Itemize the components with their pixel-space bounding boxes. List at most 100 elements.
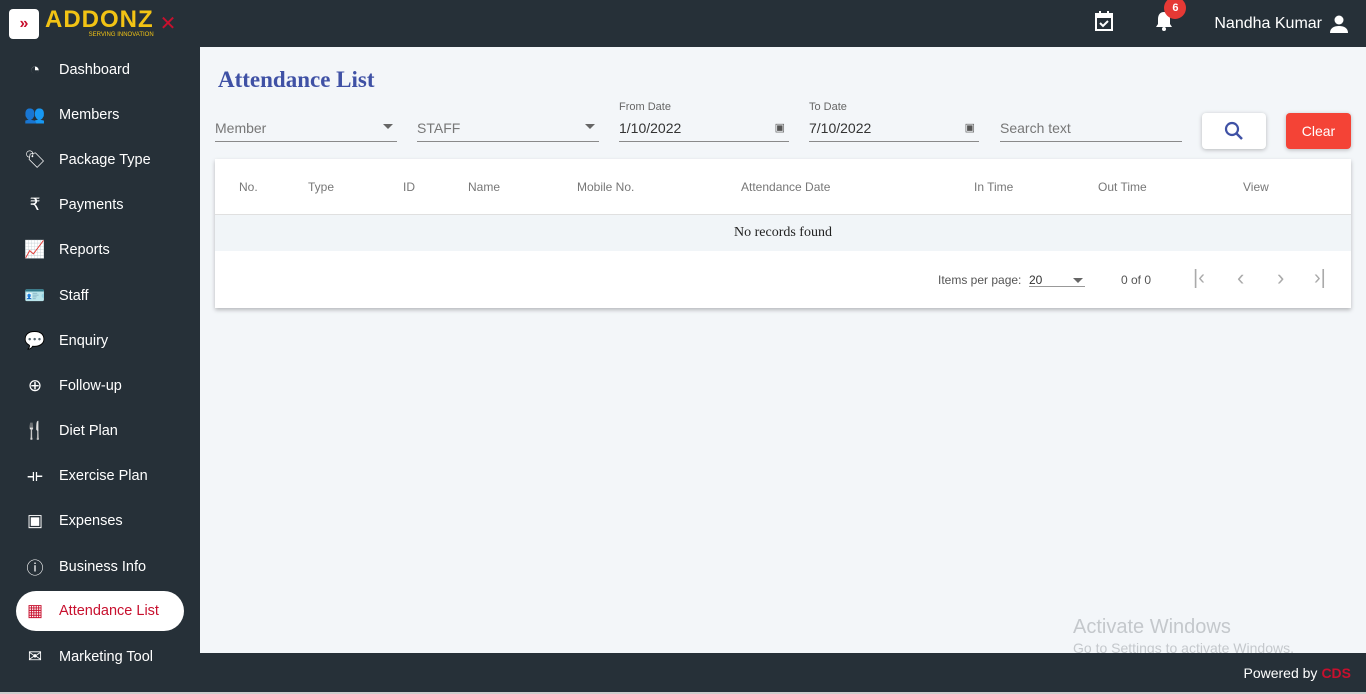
sidebar-item-label: Diet Plan bbox=[59, 423, 118, 440]
sidebar-item-label: Expenses bbox=[59, 513, 123, 530]
page-range: 0 of 0 bbox=[1121, 273, 1152, 287]
sidebar-toggle-icon[interactable]: » bbox=[9, 8, 39, 39]
sidebar-item-label: Payments bbox=[59, 197, 124, 214]
brand-logo: ADDONZ SERVING INNOVATION bbox=[45, 5, 154, 39]
dumbbell-icon: ⟛ bbox=[27, 466, 43, 486]
items-per-page-label: Items per page: bbox=[938, 273, 1022, 287]
to-date-value: 7/10/2022 bbox=[809, 120, 872, 136]
column-header[interactable]: Out Time bbox=[1098, 180, 1147, 194]
users-icon: 👥 bbox=[24, 104, 46, 124]
chevron-down-icon bbox=[585, 124, 595, 129]
member-placeholder: Member bbox=[215, 120, 267, 136]
sidebar-item-label: Package Type bbox=[59, 151, 151, 168]
user-icon bbox=[1330, 15, 1348, 33]
calendar-icon[interactable]: ▣ bbox=[965, 121, 975, 134]
powered-by-text: Powered by bbox=[1243, 664, 1318, 681]
sidebar-item-label: Enquiry bbox=[59, 332, 109, 349]
sidebar-item-label: Staff bbox=[59, 287, 89, 304]
sidebar-item-dashboard[interactable]: ◔ Dashboard bbox=[0, 47, 200, 92]
member-select[interactable]: Member bbox=[215, 100, 397, 142]
table-header: No. Type ID Name Mobile No. Attendance D… bbox=[215, 159, 1351, 215]
sidebar-item-label: Marketing Tool bbox=[59, 648, 154, 665]
chevron-down-icon bbox=[383, 124, 393, 129]
sidebar-item-payments[interactable]: ₹ Payments bbox=[0, 183, 200, 228]
bell-icon[interactable]: 6 bbox=[1154, 0, 1187, 38]
search-input[interactable]: Search text bbox=[1000, 100, 1182, 142]
search-placeholder: Search text bbox=[1000, 120, 1071, 136]
binoculars-icon: ⊕ bbox=[27, 375, 43, 395]
from-date-value: 1/10/2022 bbox=[619, 120, 682, 136]
column-header[interactable]: ID bbox=[403, 180, 415, 194]
clear-button[interactable]: Clear bbox=[1286, 113, 1351, 149]
money-icon: ▣ bbox=[26, 511, 44, 531]
type-select[interactable]: STAFF bbox=[417, 100, 599, 142]
comments-icon: 💬 bbox=[24, 330, 46, 350]
paginator: Items per page: 20 0 of 0 |‹ ‹ › ›| bbox=[215, 251, 1351, 307]
column-header[interactable]: Attendance Date bbox=[741, 180, 830, 194]
first-page-icon[interactable]: |‹ bbox=[1193, 267, 1205, 290]
chevron-down-icon bbox=[1073, 278, 1083, 283]
id-card-icon: 🪪 bbox=[24, 285, 46, 305]
attendance-table: No. Type ID Name Mobile No. Attendance D… bbox=[215, 159, 1351, 308]
sidebar-item-label: Exercise Plan bbox=[59, 468, 148, 485]
prev-page-icon[interactable]: ‹ bbox=[1237, 265, 1244, 291]
search-button[interactable] bbox=[1202, 113, 1266, 149]
sidebar-item-business-info[interactable]: ⓘ Business Info bbox=[0, 544, 200, 589]
sidebar-item-label: Attendance List bbox=[59, 603, 159, 620]
sidebar-item-exercise-plan[interactable]: ⟛ Exercise Plan bbox=[0, 454, 200, 499]
sidebar-item-diet-plan[interactable]: 🍴 Diet Plan bbox=[0, 409, 200, 454]
column-header[interactable]: View bbox=[1243, 180, 1269, 194]
user-menu[interactable]: Nandha Kumar bbox=[1214, 15, 1348, 33]
from-date-label: From Date bbox=[619, 101, 671, 113]
sidebar-item-marketing-tool[interactable]: ✉ Marketing Tool bbox=[0, 634, 200, 679]
next-page-icon[interactable]: › bbox=[1277, 265, 1284, 291]
calendar-icon[interactable]: ▣ bbox=[775, 121, 785, 134]
sidebar-item-follow-up[interactable]: ⊕ Follow-up bbox=[0, 363, 200, 408]
logo: » ADDONZ SERVING INNOVATION ✕ bbox=[0, 0, 200, 47]
sidebar-item-expenses[interactable]: ▣ Expenses bbox=[0, 499, 200, 544]
topbar: 6 Nandha Kumar bbox=[200, 0, 1366, 47]
type-value: STAFF bbox=[417, 120, 461, 136]
close-icon[interactable]: ✕ bbox=[160, 11, 177, 36]
speedometer-icon: ◔ bbox=[29, 59, 41, 79]
last-page-icon[interactable]: ›| bbox=[1314, 267, 1326, 290]
page-size-value: 20 bbox=[1029, 273, 1043, 287]
activate-windows-watermark: Activate Windows bbox=[1073, 616, 1231, 638]
footer: Powered by CDS bbox=[200, 653, 1366, 692]
page-size-select[interactable]: 20 bbox=[1029, 265, 1085, 287]
sidebar-item-label: Business Info bbox=[59, 558, 147, 575]
chart-line-icon: 📈 bbox=[24, 240, 46, 260]
column-header[interactable]: Type bbox=[308, 180, 334, 194]
sidebar-item-reports[interactable]: 📈 Reports bbox=[0, 228, 200, 273]
calendar-check-icon[interactable] bbox=[1094, 10, 1114, 38]
tags-icon: 🏷 bbox=[24, 149, 46, 169]
company-name: CDS bbox=[1321, 664, 1351, 681]
sidebar-item-label: Members bbox=[59, 106, 120, 123]
column-header[interactable]: Mobile No. bbox=[577, 180, 634, 194]
envelope-icon: ✉ bbox=[27, 646, 43, 666]
column-header[interactable]: No. bbox=[239, 180, 258, 194]
from-date-field[interactable]: From Date 1/10/2022 ▣ bbox=[619, 100, 789, 142]
sidebar-item-label: Follow-up bbox=[59, 377, 122, 394]
utensils-icon: 🍴 bbox=[24, 421, 46, 441]
calendar-icon: ▦ bbox=[26, 601, 44, 621]
column-header[interactable]: In Time bbox=[974, 180, 1013, 194]
sidebar-item-members[interactable]: 👥 Members bbox=[0, 92, 200, 137]
info-icon: ⓘ bbox=[26, 559, 44, 579]
user-name: Nandha Kumar bbox=[1214, 14, 1322, 32]
empty-message: No records found bbox=[215, 215, 1351, 251]
sidebar-item-label: Reports bbox=[59, 242, 110, 259]
search-icon bbox=[1224, 121, 1243, 140]
notification-badge: 6 bbox=[1164, 0, 1187, 19]
sidebar-item-package-type[interactable]: 🏷 Package Type bbox=[0, 137, 200, 182]
sidebar-item-attendance-list[interactable]: ▦ Attendance List bbox=[16, 591, 184, 632]
column-header[interactable]: Name bbox=[468, 180, 500, 194]
rupee-icon: ₹ bbox=[29, 195, 41, 215]
sidebar: » ADDONZ SERVING INNOVATION ✕ ◔ Dashboard 👥… bbox=[0, 0, 200, 692]
sidebar-item-staff[interactable]: 🪪 Staff bbox=[0, 273, 200, 318]
brand-name: ADDONZ bbox=[45, 5, 154, 33]
sidebar-item-label: Dashboard bbox=[59, 61, 130, 78]
to-date-field[interactable]: To Date 7/10/2022 ▣ bbox=[809, 100, 979, 142]
page-title: Attendance List bbox=[218, 67, 375, 92]
sidebar-item-enquiry[interactable]: 💬 Enquiry bbox=[0, 318, 200, 363]
